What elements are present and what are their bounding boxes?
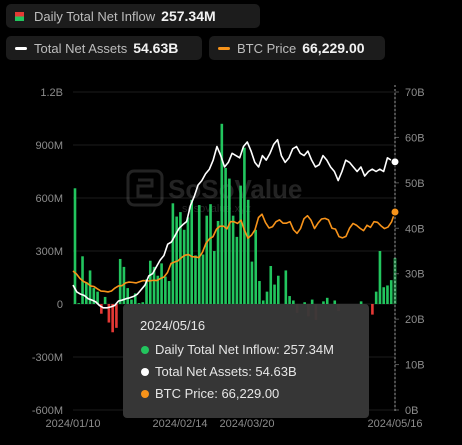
inflow-bar [378,251,382,304]
inflow-bar [84,282,88,304]
inflow-bar [386,285,389,304]
inflow-bar [220,123,224,304]
left-tick-label: -300M [32,352,63,364]
left-axis: 1.2B 900M 600M 300M 0 -300M -600M [32,87,63,417]
inflow-bar [115,304,118,328]
inflow-bar [212,251,216,304]
inflow-bar [228,178,231,304]
inflow-bar [103,296,107,304]
inflow-bar [164,276,167,304]
inflow-bar [182,229,186,304]
tooltip-btc-text: BTC Price: 66,229.00 [155,386,280,401]
left-tick-label: 900M [35,140,63,152]
watermark-logo-icon [126,169,164,207]
tooltip-inflow-text: Daily Total Net Inflow: 257.34M [155,342,334,357]
inflow-bar [254,229,258,304]
x-tick-label: 2024/05/16 [367,418,422,430]
left-tick-label: -600M [32,405,63,417]
inflow-bar [231,215,235,304]
inflow-bar [250,261,254,304]
right-tick-label: 20B [405,314,425,326]
right-tick-label: 0B [405,405,418,417]
inflow-bar [216,220,220,304]
assets-hover-marker [390,157,400,167]
inflow-bar [239,185,242,304]
tooltip-assets-dot [141,367,149,376]
inflow-bar [258,281,261,304]
inflow-bar [126,288,130,304]
watermark-text: SoSoValue [168,174,302,204]
inflow-bar [111,304,114,333]
tooltip-assets-text: Total Net Assets: 54.63B [155,364,297,379]
left-tick-label: 600M [35,193,63,205]
inflow-bar [171,203,175,304]
inflow-bar [235,236,239,304]
inflow-bar [118,258,122,304]
inflow-bar [167,281,171,304]
inflow-bar [269,266,273,304]
inflow-bar [224,167,227,304]
inflow-bar [371,304,374,315]
inflow-bar [374,291,378,304]
inflow-bar [201,254,205,304]
inflow-bar [276,275,280,304]
inflow-bar [190,199,194,304]
tooltip: 2024/05/16 Daily Total Net Inflow: 257.3… [123,304,369,418]
right-axis: 70B 60B 50B 40B 30B 20B 10B 0B [394,87,425,417]
inflow-bar [148,260,152,304]
inflow-bar [382,287,386,304]
inflow-bar [246,199,250,304]
inflow-bar [77,303,81,304]
x-tick-label: 2024/01/10 [45,418,100,430]
left-tick-label: 1.2B [40,87,63,99]
inflow-bar [273,284,276,304]
tooltip-inflow-dot [141,345,149,354]
inflow-bar [265,291,269,304]
tooltip-date: 2024/05/16 [140,318,206,333]
inflow-bar [284,270,288,304]
inflow-bar [209,204,212,304]
x-axis: 2024/01/10 2024/02/14 2024/03/20 2024/05/16 [45,418,422,430]
right-tick-label: 70B [405,87,425,99]
right-tick-label: 50B [405,178,425,190]
x-tick-label: 2024/03/20 [219,418,274,430]
tooltip-row-btc: BTC Price: 66,229.00 [141,386,279,401]
left-tick-label: 0 [57,299,63,311]
inflow-bar [288,296,291,304]
inflow-bar [205,215,209,304]
inflow-bar [160,263,163,304]
watermark: SoSoValue sosovalue.xyz [126,169,302,215]
inflow-bar [389,280,393,304]
x-tick-label: 2024/02/14 [152,418,207,430]
right-tick-label: 30B [405,269,425,281]
tooltip-row-assets: Total Net Assets: 54.63B [141,364,297,379]
btc-hover-marker [390,207,400,217]
tooltip-btc-dot [141,389,149,398]
inflow-bar [194,255,197,304]
right-tick-label: 40B [405,223,425,235]
left-tick-label: 300M [35,246,63,258]
right-tick-label: 10B [405,360,425,372]
tooltip-row-inflow: Daily Total Net Inflow: 257.34M [141,342,334,357]
inflow-bar [186,217,190,304]
right-tick-label: 60B [405,132,425,144]
